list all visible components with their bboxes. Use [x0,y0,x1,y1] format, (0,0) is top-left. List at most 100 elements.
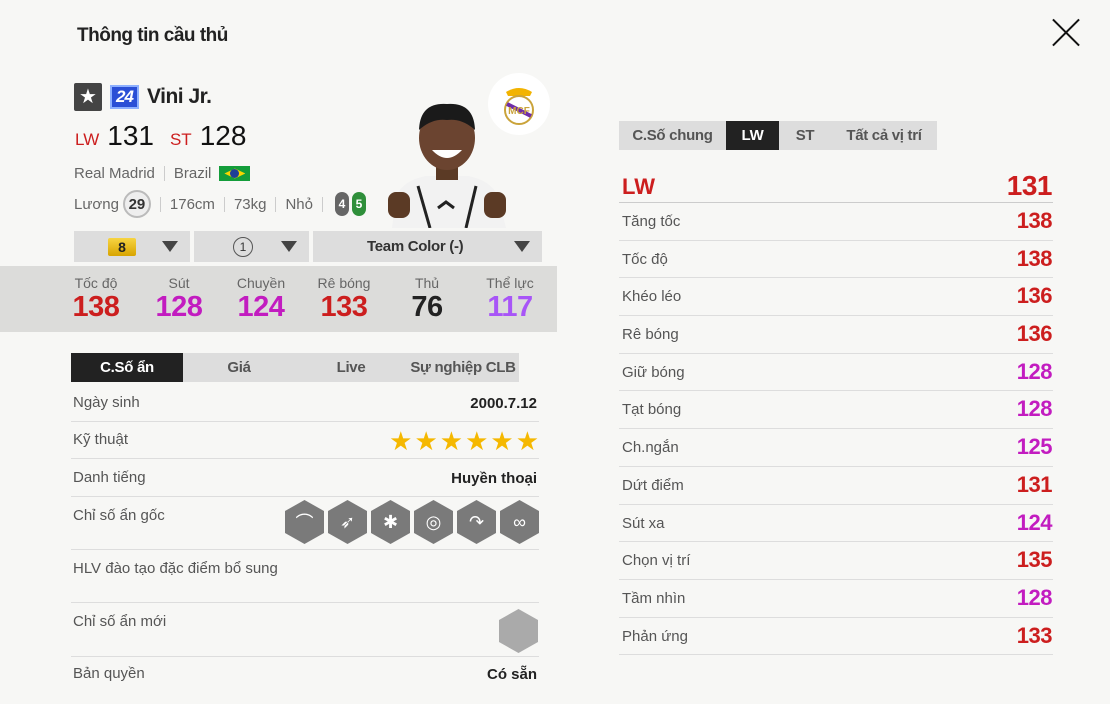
close-button[interactable] [1050,16,1082,48]
tab-price[interactable]: Giá [183,353,295,382]
traits-row: Chỉ số ẩn gốc ⌒ ➶ ✱ ◎ ↷ ∞ [71,497,539,550]
club-nation-row: Real Madrid Brazil [74,165,251,182]
coach-traits-row: HLV đào tạo đặc điểm bổ sung [71,550,539,603]
weak-foot-icon: 4 [335,192,349,216]
attribute-row: Giữ bóng 128 [619,354,1053,392]
page-title: Thông tin cầu thủ [77,25,228,46]
row-value: Có sẵn [486,666,537,683]
attribute-value: 128 [1016,396,1053,422]
attribute-label: Phản ứng [622,627,688,645]
attribute-row: Rê bóng 136 [619,316,1053,354]
dribble-icon[interactable]: ∞ [500,500,539,544]
stat-passing: Chuyền 124 [226,266,296,324]
physical-info-row: Lương 29 176cm 73kg Nhỏ 4 5 [74,190,366,218]
attribute-header: LW 131 [619,170,1053,203]
attribute-row: Ch.ngắn 125 [619,429,1053,467]
chevron-down-icon [162,241,178,252]
star-icon: ★ [74,83,102,111]
tab-st[interactable]: ST [779,121,831,150]
level-select[interactable]: 1 [194,231,309,262]
attribute-row: Tầm nhìn 128 [619,580,1053,618]
tab-general[interactable]: C.Số chung [619,121,726,150]
height: 176cm [169,195,215,213]
stat-dribbling: Rê bóng 133 [309,266,379,324]
attribute-label: Giữ bóng [622,363,685,381]
stat-label: Sút [168,275,190,291]
position-label: LW [622,174,655,199]
birthday-row: Ngày sinh 2000.7.12 [71,384,539,422]
divider [322,196,323,212]
stat-value: 124 [237,291,285,323]
attribute-value: 133 [1016,622,1053,648]
attribute-value: 128 [1016,358,1053,384]
brazil-flag-icon [219,166,251,181]
team-color-select[interactable]: Team Color (-) [313,231,542,262]
stat-value: 138 [72,291,120,323]
attribute-label: Ch.ngắn [622,439,679,457]
stat-label: Rê bóng [317,275,371,291]
speed-dribbler-icon[interactable]: ➶ [328,500,367,544]
nation-name: Brazil [173,165,212,182]
attribute-value: 136 [1016,283,1053,309]
stat-physical: Thể lực 117 [475,266,545,324]
body-type: Nhỏ [285,195,313,213]
trait-icons: ⌒ ➶ ✱ ◎ ↷ ∞ [285,500,539,544]
row-label: HLV đào tạo đặc điểm bổ sung [73,560,278,577]
stat-value: 117 [487,291,533,323]
attribute-row: Dứt điểm 131 [619,467,1053,505]
attribute-label: Tốc độ [622,250,668,268]
attribute-row: Chọn vị trí 135 [619,542,1053,580]
stat-value: 76 [411,291,443,323]
tab-all-positions[interactable]: Tất cả vị trí [831,121,937,150]
stat-label: Thể lực [486,275,534,291]
main-stats: Tốc độ 138 Sút 128 Chuyền 124 Rê bóng 13… [0,266,557,332]
attribute-label: Dứt điểm [622,476,684,494]
attribute-label: Tạt bóng [622,401,682,419]
tab-hidden-stats[interactable]: C.Số ẩn [71,353,183,382]
attribute-row: Phản ứng 133 [619,618,1053,656]
salary-badge: 29 [122,190,151,218]
stat-defending: Thủ 76 [392,266,462,324]
attribute-label: Khéo léo [622,288,682,306]
power-header-icon[interactable]: ↷ [457,500,496,544]
stat-value: 128 [155,291,203,323]
attribute-row: Tốc độ 138 [619,241,1053,279]
club-name: Real Madrid [74,165,155,182]
weight: 73kg [233,195,267,213]
grade-select[interactable]: 8 [74,231,190,262]
row-label: Ngày sinh [73,394,140,411]
fame-row: Danh tiếng Huyền thoại [71,459,539,497]
stat-pace: Tốc độ 138 [61,266,131,324]
star-icon: ★ [439,426,464,456]
grade-badge: 8 [108,237,136,256]
tab-live[interactable]: Live [295,353,407,382]
attribute-row: Tạt bóng 128 [619,391,1053,430]
lock-icon[interactable] [499,609,538,653]
attribute-value: 138 [1016,245,1053,271]
divider [275,196,277,212]
attribute-value: 135 [1016,547,1053,573]
attribute-value: 125 [1016,434,1053,460]
attribute-label: Sút xa [622,514,665,532]
star-icon: ★ [490,426,514,456]
row-label: Danh tiếng [73,469,146,486]
stat-label: Chuyền [236,275,286,291]
attribute-list: LW 131 Tăng tốc 138 Tốc độ 138 Khéo léo 136… [619,170,1053,656]
tab-lw[interactable]: LW [726,121,779,150]
flair-icon[interactable]: ✱ [371,500,410,544]
star-icon: ★ [389,426,413,456]
attribute-label: Rê bóng [622,326,679,344]
tab-club-career[interactable]: Sự nghiệp CLB [407,353,519,382]
new-traits-row: Chỉ số ẩn mới [71,603,539,657]
salary-label: Lương [74,195,119,213]
stat-shooting: Sút 128 [144,266,214,324]
attribute-value: 131 [1016,471,1053,497]
team-color-label: Team Color (-) [367,238,464,255]
license-row: Bản quyền Có sẵn [71,657,539,695]
svg-text:MCF: MCF [508,106,530,117]
outside-foot-icon[interactable]: ◎ [414,500,453,544]
star-icon: ★ [414,426,438,456]
finesse-shot-icon[interactable]: ⌒ [285,500,324,544]
row-label: Bản quyền [73,665,145,682]
position-ratings: LW 131 ST 128 [75,120,254,152]
